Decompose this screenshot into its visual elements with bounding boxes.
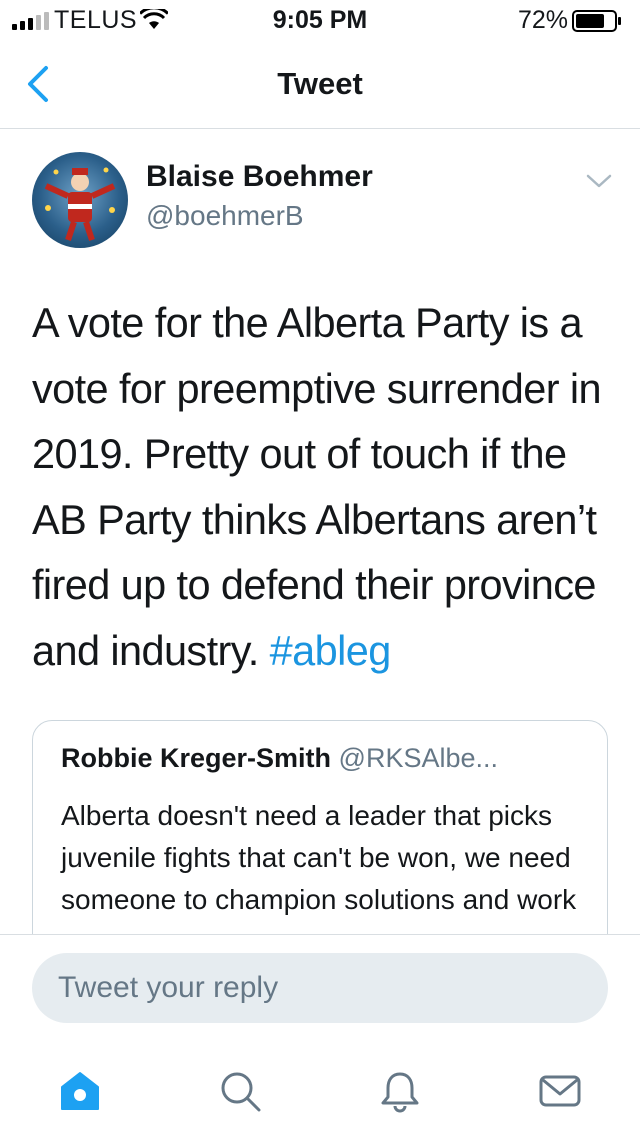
avatar[interactable] xyxy=(32,152,128,248)
hashtag-link[interactable]: #ableg xyxy=(270,627,392,674)
author-display-name[interactable]: Blaise Boehmer xyxy=(146,160,373,194)
tweet-body: A vote for the Alberta Party is a vote f… xyxy=(32,299,602,674)
tab-home[interactable] xyxy=(58,1069,102,1113)
status-bar: TELUS 9:05 PM 72% xyxy=(0,0,640,40)
nav-bar: Tweet xyxy=(0,40,640,129)
battery-percentage: 72% xyxy=(517,6,568,34)
tab-notifications[interactable] xyxy=(378,1069,422,1113)
author-handle[interactable]: @boehmerB xyxy=(146,200,304,232)
tab-messages[interactable] xyxy=(538,1069,582,1113)
quoted-tweet-header: Robbie Kreger-Smith @RKSAlbe... xyxy=(61,743,498,774)
bell-icon xyxy=(381,1072,419,1113)
tab-bar xyxy=(0,1055,640,1125)
reply-input[interactable] xyxy=(32,953,608,1023)
home-icon xyxy=(61,1072,99,1110)
tweet-detail-screen: TELUS 9:05 PM 72% Tweet Blaise Boehmer @… xyxy=(0,0,640,1136)
mail-icon xyxy=(539,1075,581,1107)
bottom-bar xyxy=(0,934,640,1136)
tab-search[interactable] xyxy=(218,1069,262,1113)
page-title: Tweet xyxy=(277,66,363,101)
quoted-author-name: Robbie Kreger-Smith xyxy=(61,743,332,773)
avatar-image xyxy=(44,167,116,241)
quoted-author-handle: @RKSAlbe... xyxy=(338,743,499,773)
quoted-tweet-text: Alberta doesn't need a leader that picks… xyxy=(61,800,577,915)
battery-icon xyxy=(572,10,621,32)
tweet-text: A vote for the Alberta Party is a vote f… xyxy=(32,290,622,683)
search-icon xyxy=(221,1072,261,1112)
chevron-down-icon[interactable] xyxy=(586,172,612,190)
